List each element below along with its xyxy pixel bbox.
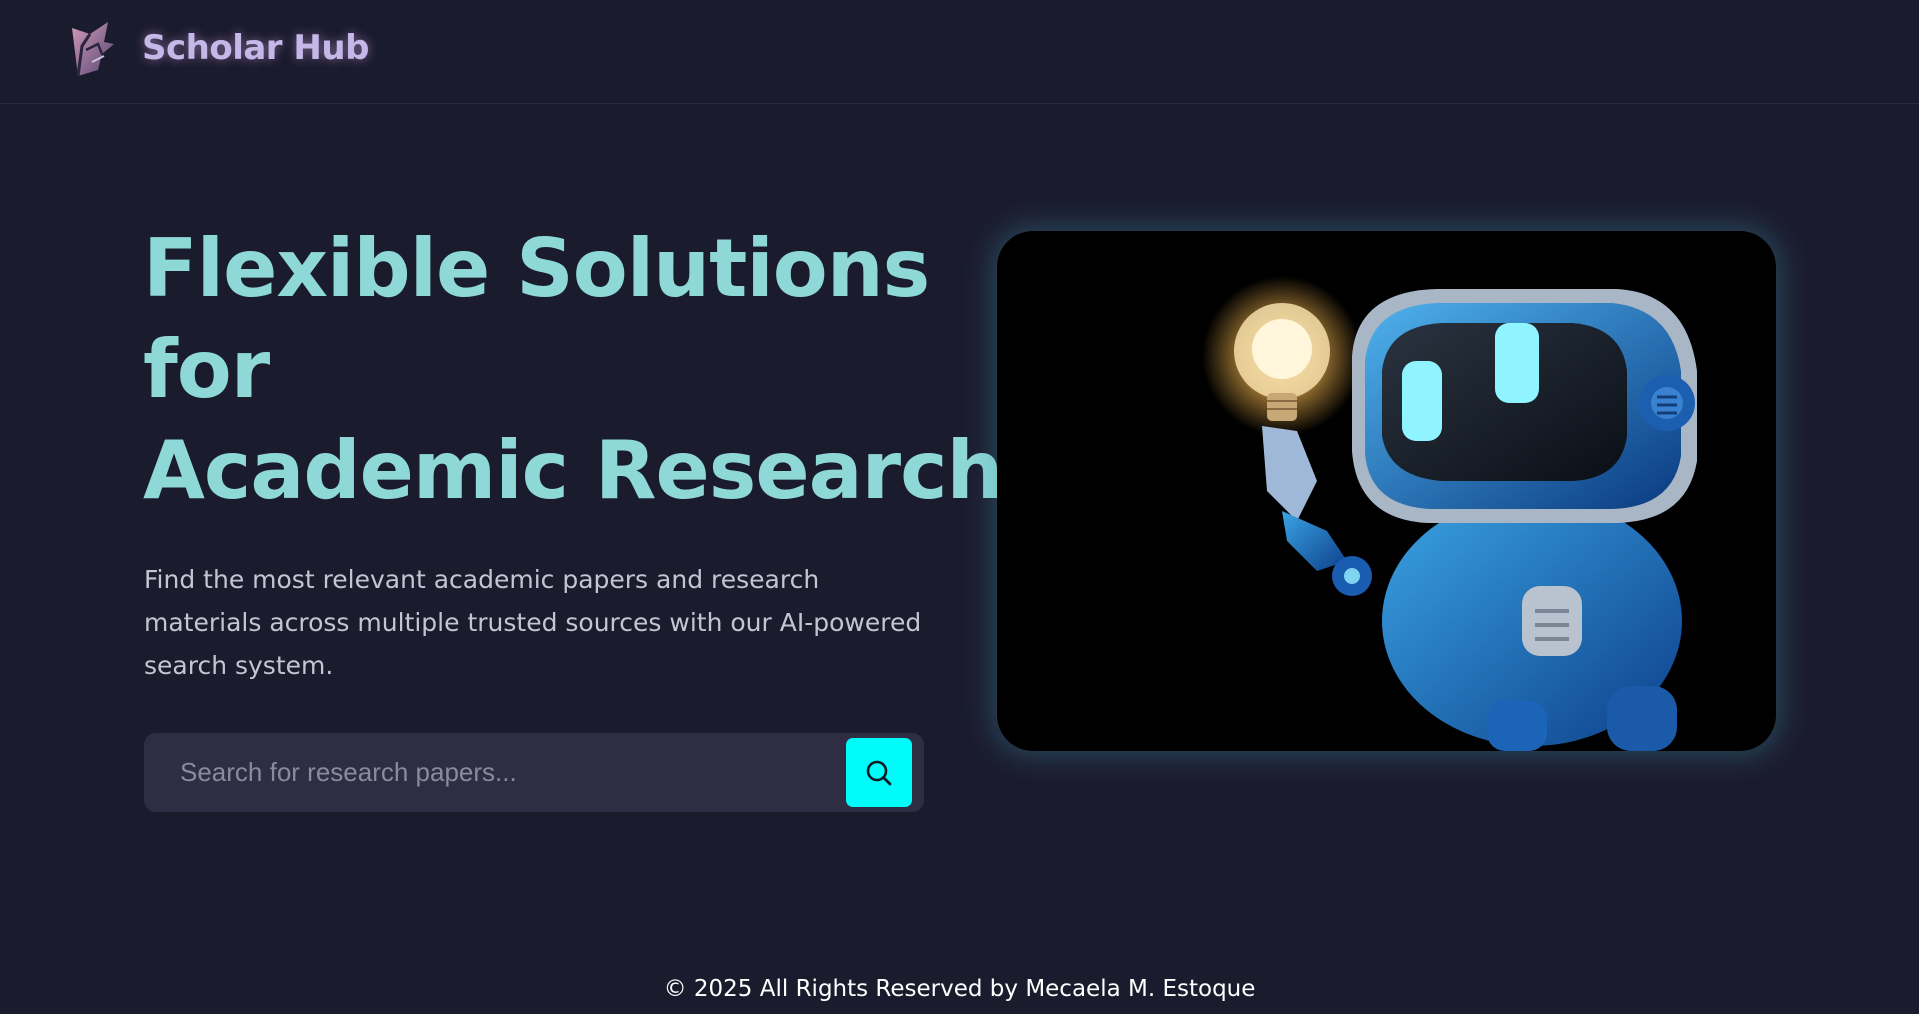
- footer-copyright: © 2025 All Rights Reserved by Mecaela M.…: [663, 976, 1256, 1002]
- hero-title: Flexible Solutions for Academic Research: [143, 218, 1003, 521]
- search-bar: [144, 733, 924, 812]
- hero-title-line: Academic Research: [143, 424, 1003, 517]
- hero-title-line: for: [143, 323, 270, 416]
- hero-description: Find the most relevant academic papers a…: [144, 565, 922, 680]
- site-header: Scholar Hub: [0, 0, 1919, 104]
- search-icon: [864, 758, 894, 788]
- shield-logo-icon[interactable]: [68, 20, 118, 78]
- search-input[interactable]: [144, 733, 834, 812]
- robot-lightbulb-image: [997, 231, 1776, 751]
- hero-title-line: Flexible Solutions: [143, 222, 930, 315]
- brand-name[interactable]: Scholar Hub: [142, 28, 369, 68]
- search-button[interactable]: [846, 738, 912, 807]
